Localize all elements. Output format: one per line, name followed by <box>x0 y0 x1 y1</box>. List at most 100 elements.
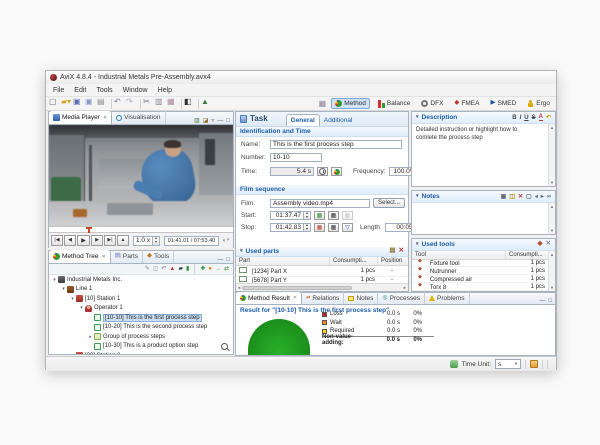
stop-spinner[interactable]: ▲▼ <box>304 223 311 232</box>
capture-icon[interactable]: ▥ <box>194 118 200 124</box>
paste-note-icon[interactable]: ◫ <box>509 194 515 200</box>
menu-file[interactable]: File <box>48 86 69 95</box>
column-part[interactable]: Part <box>236 257 330 265</box>
perspective-switcher-icon[interactable]: ▦ <box>319 100 327 108</box>
prev-note-icon[interactable]: ◂ <box>535 194 538 200</box>
stopwatch-button[interactable] <box>317 167 328 176</box>
tree-item[interactable]: ▸ Group of process steps <box>49 332 233 342</box>
time-analysis-button[interactable] <box>331 167 342 176</box>
italic-icon[interactable]: I <box>520 115 522 121</box>
method-tree[interactable]: ▾ Industrial Metals Inc. ▾ Line 1 ▾ [10]… <box>49 275 233 354</box>
connection-icon[interactable] <box>450 360 458 368</box>
close-icon[interactable]: ✕ <box>102 254 106 260</box>
expander-icon[interactable]: ▸ <box>87 334 94 340</box>
redo-icon[interactable]: ↷ <box>126 98 138 109</box>
start-input[interactable]: 01:37.47 <box>270 211 304 220</box>
section-film[interactable]: Film sequence <box>236 185 408 195</box>
section-identification[interactable]: Identification and Time <box>236 127 408 137</box>
notes-header[interactable]: ▾ Notes ▣ ◫ ✕ ▢ ◂ ▸ ∞ <box>412 191 555 203</box>
print-icon[interactable]: ▤ <box>97 98 109 109</box>
description-scrollbar[interactable]: ▲▼ <box>548 124 555 186</box>
scroll-down-icon[interactable]: ▼ <box>550 228 554 233</box>
goto-stop-icon[interactable]: ▦ <box>328 223 339 232</box>
tree-item[interactable]: [10-20] This is the second process step <box>49 323 233 333</box>
tree-item[interactable]: ▾ Line 1 <box>49 285 233 295</box>
add-station-icon[interactable]: ▰ <box>178 266 183 272</box>
set-stop-from-film-icon[interactable]: ▦ <box>314 223 325 232</box>
film-input[interactable]: Assembly video.mp4 <box>270 199 370 208</box>
tab-processes[interactable]: ◎ Processes <box>378 292 425 304</box>
tab-visualisation[interactable]: Visualisation <box>112 111 165 124</box>
tab-notes[interactable]: Notes <box>344 292 378 304</box>
parts-table-header[interactable]: Part Consumpti... Position <box>236 257 408 266</box>
video-timeline[interactable] <box>49 226 233 233</box>
tree-item[interactable]: ▾ Operator 1 <box>49 304 233 314</box>
tab-tools[interactable]: ◆ Tools <box>143 250 174 263</box>
add-step-icon[interactable]: ▮ <box>186 266 189 272</box>
add-tool-icon[interactable]: ◆ <box>538 241 543 248</box>
tool-row[interactable]: ◆Torx 8 1 pcs <box>412 283 548 291</box>
menu-tools[interactable]: Tools <box>91 86 117 95</box>
video-frame[interactable] <box>49 125 233 226</box>
section-used-parts[interactable]: ▾ Used parts ▤ ✕ <box>236 247 408 257</box>
close-icon[interactable]: ✕ <box>103 115 107 121</box>
stop-input[interactable]: 01:42.83 <box>270 223 304 232</box>
underline-icon[interactable]: U <box>524 115 528 121</box>
close-icon[interactable]: ✕ <box>293 295 297 301</box>
volume-icon[interactable]: ◖ <box>222 238 226 244</box>
move-icon[interactable]: → <box>215 266 221 272</box>
player-menu-icon[interactable]: ▾ <box>227 238 230 243</box>
column-consumption[interactable]: Consumpti... <box>330 257 378 265</box>
perspective-method[interactable]: Method <box>331 98 370 109</box>
column-position[interactable]: Position <box>378 257 406 265</box>
minimize-icon[interactable]: — <box>217 118 223 124</box>
remove-tool-icon[interactable]: ✕ <box>546 241 551 248</box>
eject-icon[interactable]: ▲ <box>117 235 129 246</box>
scroll-thumb[interactable] <box>242 286 352 290</box>
add-part-icon[interactable]: ▤ <box>389 248 395 255</box>
step-back-icon[interactable]: ◀ <box>64 235 76 246</box>
tree-item[interactable]: [20] Station 2 <box>49 351 233 354</box>
notes-scrollbar[interactable]: ▲▼ <box>548 203 555 234</box>
goto-start-icon[interactable]: ▦ <box>328 211 339 220</box>
tree-item[interactable]: [10-30] This is a product option step <box>49 342 233 352</box>
record-icon[interactable]: ● <box>208 266 212 272</box>
scroll-up-icon[interactable]: ▲ <box>550 125 554 130</box>
view-menu-icon[interactable]: ▿ <box>211 118 214 124</box>
copy-icon[interactable]: ▥ <box>155 98 167 109</box>
tree-item[interactable]: ▾ Industrial Metals Inc. <box>49 275 233 285</box>
open-file-icon[interactable]: ▰▾ <box>61 98 73 109</box>
add-note-icon[interactable]: ▣ <box>501 194 507 200</box>
delete-note-icon[interactable]: ✕ <box>518 194 523 200</box>
description-text[interactable]: Detailed instruction or highlight how to… <box>412 124 542 145</box>
cut-icon[interactable]: ✂ <box>143 98 155 109</box>
set-start-from-film-icon[interactable]: ▦ <box>314 211 325 220</box>
scroll-up-icon[interactable]: ▲ <box>550 252 554 257</box>
skip-end-icon[interactable]: ▶| <box>104 235 116 246</box>
maximize-icon[interactable]: □ <box>548 298 552 304</box>
duplicate-icon[interactable]: ◫ <box>153 266 159 272</box>
tab-problems[interactable]: Problems <box>425 292 469 304</box>
notes-editor[interactable]: ▲▼ <box>412 203 555 234</box>
select-film-button[interactable]: Select... <box>373 198 405 208</box>
add-operator-icon[interactable]: ▲ <box>169 266 175 272</box>
paste-icon[interactable]: ▦ <box>167 98 179 109</box>
used-tools-header[interactable]: ▾ Used tools ◆ ✕ <box>412 239 555 251</box>
calendar-icon[interactable] <box>530 360 538 368</box>
skip-start-icon[interactable]: |◀ <box>51 235 63 246</box>
tree-item[interactable]: ▾ [10] Station 1 <box>49 294 233 304</box>
undo-icon[interactable]: ↶ <box>161 266 166 272</box>
minimize-icon[interactable]: — <box>217 257 223 263</box>
export-icon[interactable]: ◪ <box>203 118 209 124</box>
tab-parts[interactable]: ▤ Parts <box>111 250 143 263</box>
expander-icon[interactable]: ▾ <box>60 286 67 292</box>
expander-icon[interactable]: ▾ <box>51 277 58 283</box>
scroll-down-icon[interactable]: ▼ <box>550 180 554 185</box>
tree-item-selected[interactable]: [10-10] This is the first process step <box>49 313 233 323</box>
tab-relations[interactable]: ⇄ Relations <box>302 292 344 304</box>
strikethrough-icon[interactable]: S <box>532 115 536 121</box>
parts-hscrollbar[interactable]: ◂ ▸ <box>236 283 408 291</box>
description-header[interactable]: ▾ Description B I U S A ↶ <box>412 112 555 124</box>
name-input[interactable]: This is the first process step <box>270 140 402 149</box>
perspective-dfx[interactable]: DFX <box>418 99 446 108</box>
